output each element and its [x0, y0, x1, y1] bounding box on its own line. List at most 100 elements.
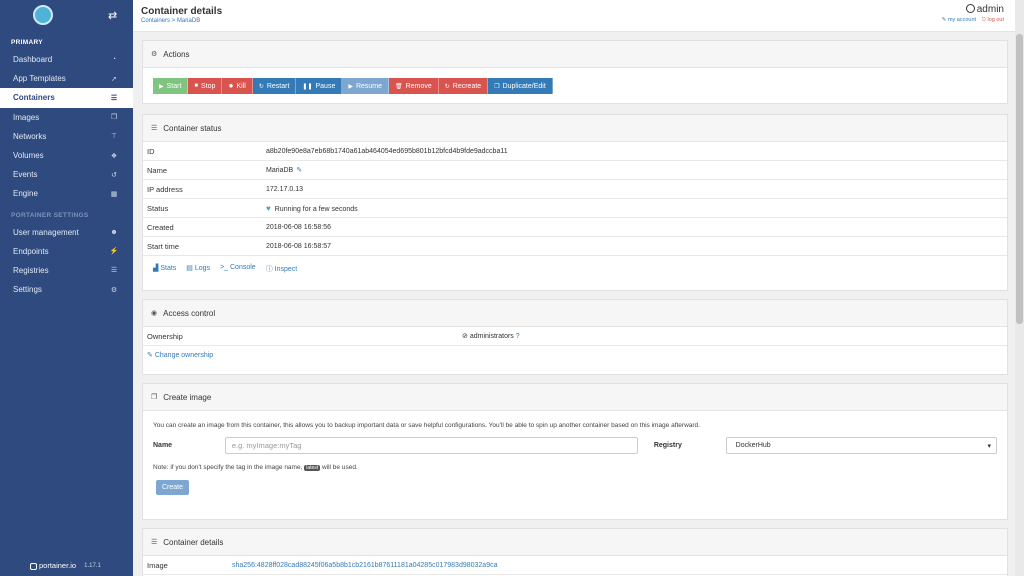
breadcrumb[interactable]: Containers > MariaDB [141, 18, 200, 24]
sidebar-item-label: Engine [13, 189, 38, 199]
change-ownership-link[interactable]: ✎ Change ownership [147, 351, 213, 359]
sidebar-item-images[interactable]: Images ❐ [0, 108, 133, 127]
sitemap-icon: ⊤ [110, 133, 118, 141]
sidebar-primary-list: Dashboard ◔ App Templates ➚ Containers ☰ Image… [0, 50, 133, 204]
sidebar-item-settings[interactable]: Settings ⚙ [0, 280, 133, 299]
log-out-link[interactable]: ⎋ log out [982, 17, 1004, 23]
inspect-link[interactable]: ⓘ Inspect [266, 264, 298, 274]
portainer-brand[interactable]: portainer.io [30, 561, 76, 570]
chevron-down-icon: ▾ [987, 442, 992, 450]
latest-tag-badge: latest [304, 465, 321, 471]
status-value: ♥ Running for a few seconds [266, 203, 358, 213]
button-label: Pause [315, 82, 336, 90]
pause-icon: ❚❚ [302, 83, 313, 90]
button-label: Remove [405, 82, 432, 90]
sidebar-item-label: Settings [13, 285, 42, 295]
remove-icon: 🗑 [395, 83, 403, 90]
sidebar-item-volumes[interactable]: Volumes ❖ [0, 146, 133, 165]
ownership-value: ⊘ administrators ? [462, 333, 520, 340]
cogs-icon: ⚙ [110, 286, 118, 294]
area-chart-icon: ▟ [153, 265, 159, 272]
portainer-logo[interactable] [33, 5, 53, 25]
th-icon: ▦ [110, 190, 118, 198]
sidebar-item-dashboard[interactable]: Dashboard ◔ [0, 50, 133, 69]
start-icon: ▶ [159, 83, 164, 90]
heartbeat-icon: ♥ [266, 203, 271, 213]
registry-select[interactable]: DockerHub ▾ [725, 437, 998, 454]
sidebar-item-engine[interactable]: Engine ▦ [0, 184, 133, 203]
page-title: Container details [141, 6, 223, 17]
image-id-link[interactable]: sha256:4828ff028cad88245f06a5b8b1cb2161b… [232, 562, 497, 569]
restart-button[interactable]: ↻ Restart [252, 78, 297, 94]
duplicate-edit-button[interactable]: ❐ Duplicate/Edit [488, 78, 553, 94]
sidebar-item-registries[interactable]: Registries ☰ [0, 261, 133, 280]
console-link[interactable]: >_ Console [220, 264, 256, 274]
portainer-brand-icon [30, 562, 37, 570]
create-image-panel: ❐ Create image You can create an image fr… [142, 383, 1008, 520]
sidebar-item-user-management[interactable]: User management ☻ [0, 223, 133, 242]
access-control-panel: ◉ Access control Ownership ⊘ administrato… [142, 299, 1008, 375]
actions-header: ⚙ Actions [143, 41, 1007, 68]
sidebar-item-containers[interactable]: Containers ☰ [0, 88, 133, 108]
image-name-label: Name [153, 442, 173, 449]
status-row-created: Created 2018-06-08 16:58:56 [143, 218, 1007, 237]
sidebar-item-app-templates[interactable]: App Templates ➚ [0, 69, 133, 88]
sidebar-item-label: Dashboard [13, 55, 53, 65]
my-account-link[interactable]: ✎ my account [942, 17, 976, 23]
users-icon: ☻ [110, 228, 118, 236]
file-text-icon: ▤ [186, 265, 193, 272]
recreate-button[interactable]: ↻ Recreate [438, 78, 489, 94]
sidebar: ⇄ PRIMARY Dashboard ◔ App Templates ➚ Contai… [0, 0, 133, 576]
stop-button[interactable]: ■ Stop [188, 78, 223, 94]
sidebar-item-networks[interactable]: Networks ⊤ [0, 127, 133, 146]
sidebar-item-label: Endpoints [13, 246, 49, 256]
server-icon: ☰ [151, 125, 158, 132]
container-tool-links: ▟ Stats ▤ Logs >_ Console ⓘ Inspect [143, 256, 1007, 282]
rocket-icon: ➚ [111, 75, 117, 83]
recreate-icon: ↻ [444, 83, 450, 90]
start-time-key: Start time [147, 241, 180, 251]
plug-icon: ⚡ [109, 248, 119, 256]
start-button[interactable]: ▶ Start [153, 78, 189, 94]
create-image-header: ❐ Create image [143, 384, 1007, 411]
ip-value: 172.17.0.13 [266, 185, 303, 193]
sidebar-item-endpoints[interactable]: Endpoints ⚡ [0, 242, 133, 261]
id-value: a8b20fe90e8a7eb68b1740a61ab464054ed695b8… [266, 147, 508, 155]
image-row: Image sha256:4828ff028cad88245f06a5b8b1c… [143, 556, 1007, 575]
logs-link[interactable]: ▤ Logs [186, 264, 210, 274]
id-key: ID [147, 146, 155, 156]
button-label: Resume [355, 82, 383, 90]
sidebar-section-settings: PORTAINER SETTINGS [11, 211, 89, 219]
actions-panel: ⚙ Actions ▶ Start ■ Stop ✹ Kill ↻ Restart ❚❚ Pause… [142, 40, 1008, 104]
sidebar-item-label: Registries [13, 265, 49, 275]
question-circle-icon[interactable]: ? [516, 333, 520, 340]
server-icon: ☰ [110, 94, 118, 102]
container-details-panel: ☰ Container details Image sha256:4828ff02… [142, 528, 1008, 576]
clone-icon: ❐ [151, 394, 158, 401]
edit-name-icon[interactable]: ✎ [296, 167, 302, 174]
start-time-value: 2018-06-08 16:58:57 [266, 242, 331, 250]
status-row-status: Status ♥ Running for a few seconds [143, 199, 1007, 218]
database-icon: ☰ [110, 267, 118, 275]
remove-button[interactable]: 🗑 Remove [389, 78, 439, 94]
name-value: MariaDB ✎ [266, 167, 303, 174]
action-buttons: ▶ Start ■ Stop ✹ Kill ↻ Restart ❚❚ Pause ▶ Resume 🗑 R… [143, 68, 1007, 94]
stats-link[interactable]: ▟ Stats [153, 264, 176, 274]
sidebar-item-label: User management [13, 227, 79, 237]
pause-button[interactable]: ❚❚ Pause [296, 78, 343, 94]
sidebar-section-primary: PRIMARY [11, 39, 43, 46]
container-details-header: ☰ Container details [143, 529, 1007, 556]
sidebar-item-label: Images [13, 112, 40, 122]
resume-button[interactable]: ▶ Resume [342, 78, 390, 94]
sidebar-item-events[interactable]: Events ↺ [0, 165, 133, 184]
duplicate-edit-icon: ❐ [494, 83, 500, 90]
toggle-sidebar-icon[interactable]: ⇄ [108, 9, 117, 22]
scrollbar-thumb[interactable] [1016, 34, 1023, 324]
create-image-button[interactable]: Create [156, 480, 189, 495]
image-name-input[interactable] [224, 437, 638, 454]
sidebar-item-label: Events [13, 170, 38, 180]
kill-button[interactable]: ✹ Kill [222, 78, 253, 94]
button-label: Restart [266, 82, 290, 90]
scrollbar[interactable] [1015, 0, 1024, 576]
sidebar-item-label: App Templates [13, 74, 66, 84]
